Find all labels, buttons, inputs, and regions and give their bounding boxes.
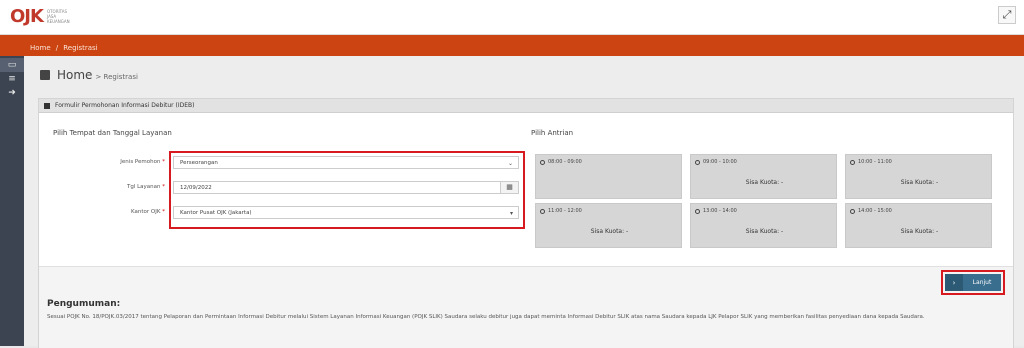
slot-2[interactable]: 09:00 - 10:00 Sisa Kuota: - xyxy=(690,154,837,199)
section-title-antrian: Pilih Antrian xyxy=(531,129,574,137)
breadcrumb-bar: Home / Registrasi xyxy=(0,35,1024,56)
slot-4[interactable]: 11:00 - 12:00 Sisa Kuota: - xyxy=(535,203,682,248)
section-title-tempat: Pilih Tempat dan Tanggal Layanan xyxy=(53,129,172,137)
slot-quota: Sisa Kuota: - xyxy=(745,179,784,186)
slot-6[interactable]: 14:00 - 15:00 Sisa Kuota: - xyxy=(845,203,992,248)
slot-5[interactable]: 13:00 - 14:00 Sisa Kuota: - xyxy=(690,203,837,248)
page-title-sub: > Registrasi xyxy=(95,73,138,81)
home-icon xyxy=(40,70,50,80)
clock-icon xyxy=(695,159,700,165)
page-title-main: Home xyxy=(57,68,93,82)
slot-quota: Sisa Kuota: - xyxy=(900,228,939,235)
arrow-right-circle-icon[interactable]: ➜ xyxy=(0,86,24,100)
label-kantor-ojk: Kantor OJK * xyxy=(131,209,165,215)
breadcrumb-home[interactable]: Home xyxy=(30,44,51,52)
expand-icon[interactable]: ⤢ xyxy=(998,6,1016,24)
label-tgl-layanan: Tgl Layanan * xyxy=(126,184,165,190)
button-highlight-box xyxy=(941,270,1005,295)
breadcrumb-separator: / xyxy=(55,44,59,52)
logo-subtitle: OTORITAS JASA KEUANGAN xyxy=(46,9,70,24)
id-card-icon[interactable]: ▭ xyxy=(0,58,24,72)
form-panel: Formulir Permohonan Informasi Debitur (I… xyxy=(38,98,1014,348)
logo-mark: OJK xyxy=(10,6,44,27)
slot-time: 13:00 - 14:00 xyxy=(695,208,737,214)
panel-header: Formulir Permohonan Informasi Debitur (I… xyxy=(39,99,1013,113)
slot-quota: Sisa Kuota: - xyxy=(745,228,784,235)
slot-quota: Sisa Kuota: - xyxy=(590,228,629,235)
slot-time: 14:00 - 15:00 xyxy=(850,208,892,214)
breadcrumb-current: Registrasi xyxy=(63,44,98,52)
top-header: OJK OTORITAS JASA KEUANGAN ⤢ xyxy=(0,0,1024,35)
main-content: Home > Registrasi Formulir Permohonan In… xyxy=(24,56,1024,348)
ojk-logo[interactable]: OJK OTORITAS JASA KEUANGAN xyxy=(10,6,77,27)
slot-time: 09:00 - 10:00 xyxy=(695,159,737,165)
clock-icon xyxy=(540,208,545,214)
label-jenis-pemohon: Jenis Pemohon * xyxy=(120,159,165,165)
slot-3[interactable]: 10:00 - 11:00 Sisa Kuota: - xyxy=(845,154,992,199)
sidebar: ▭ ≡ ➜ xyxy=(0,56,24,346)
clock-icon xyxy=(850,208,855,214)
slot-time: 08:00 - 09:00 xyxy=(540,159,582,165)
user-icon xyxy=(44,102,50,109)
clock-icon xyxy=(695,208,700,214)
form-highlight-box xyxy=(169,151,525,229)
slot-quota: Sisa Kuota: - xyxy=(900,179,939,186)
clock-icon xyxy=(540,159,545,165)
panel-title: Formulir Permohonan Informasi Debitur (I… xyxy=(55,102,195,109)
footer-area: › Lanjut Pengumuman: Sesuai POJK No. 18/… xyxy=(39,266,1013,348)
slot-time: 11:00 - 12:00 xyxy=(540,208,582,214)
slot-1[interactable]: 08:00 - 09:00 xyxy=(535,154,682,199)
slot-time: 10:00 - 11:00 xyxy=(850,159,892,165)
clock-icon xyxy=(850,159,855,165)
announcement-title: Pengumuman: xyxy=(47,299,121,309)
announcement-text: Sesuai POJK No. 18/POJK.03/2017 tentang … xyxy=(47,314,925,320)
database-icon[interactable]: ≡ xyxy=(0,72,24,86)
page-title: Home > Registrasi xyxy=(40,68,138,82)
